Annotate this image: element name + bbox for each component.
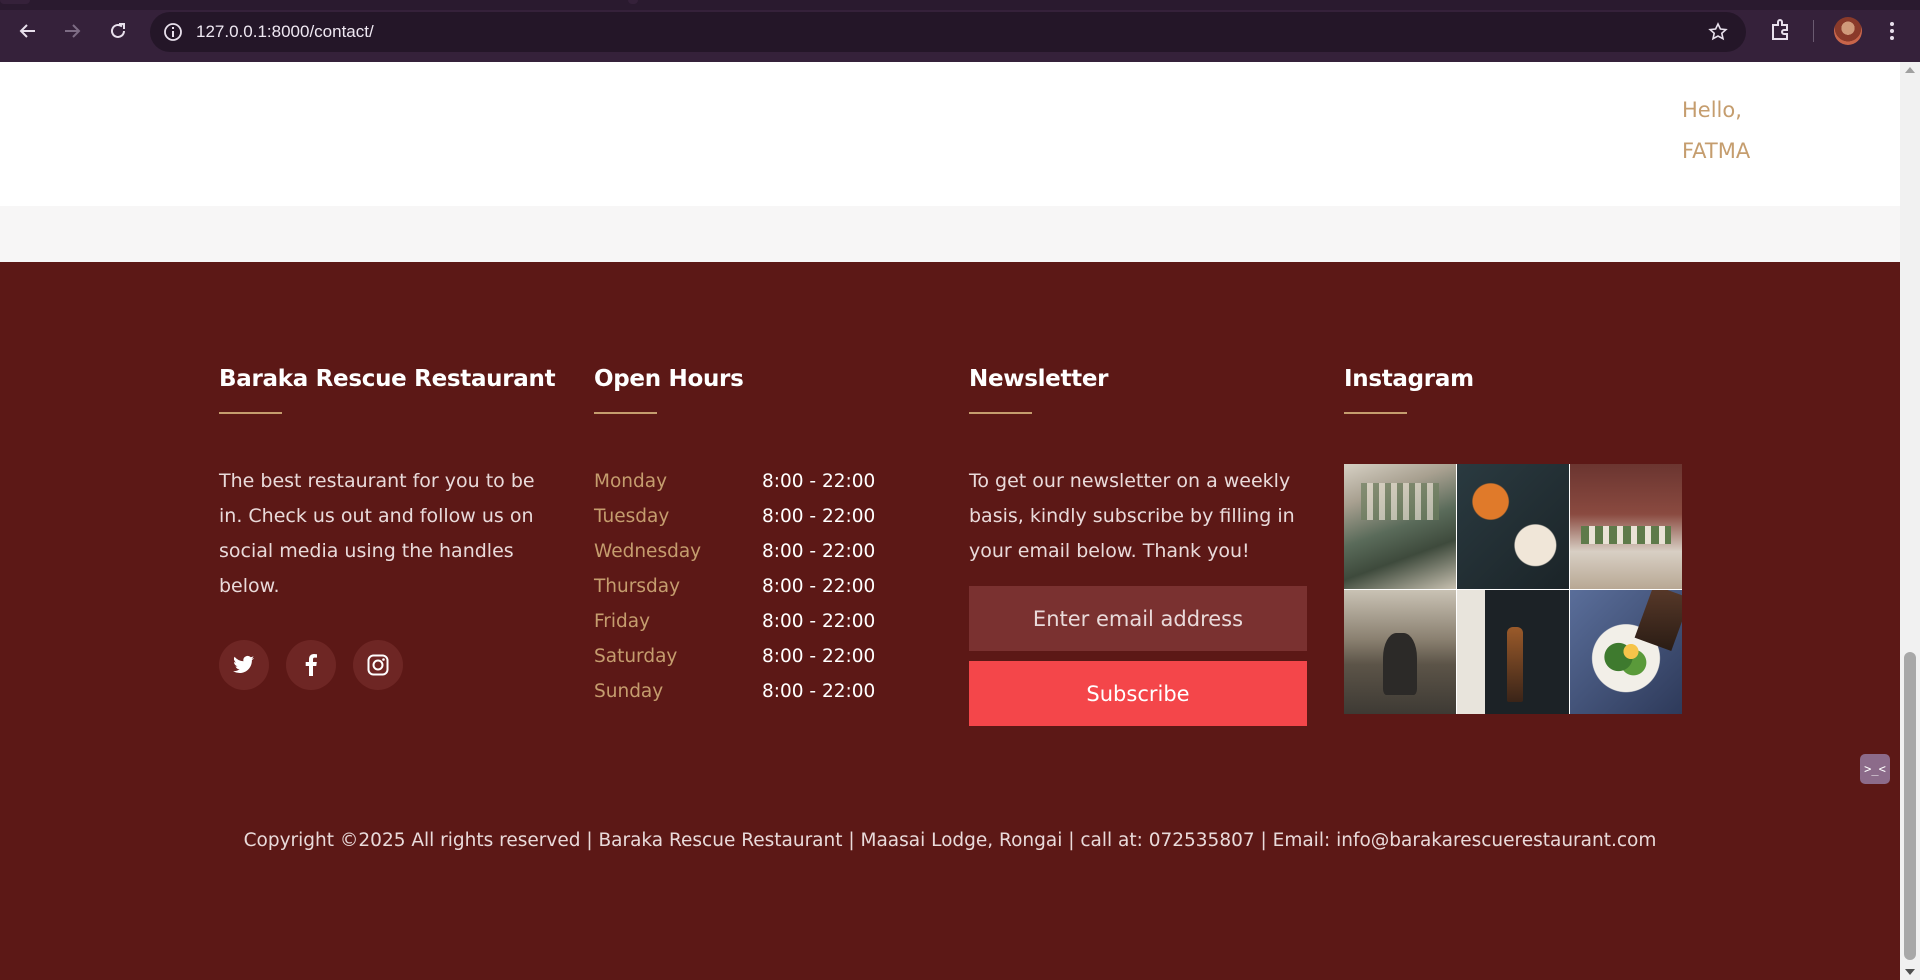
title-underline — [594, 412, 657, 414]
profile-avatar[interactable] — [1834, 17, 1862, 45]
scrollbar-thumb[interactable] — [1904, 652, 1916, 960]
footer-newsletter: Newsletter To get our newsletter on a we… — [969, 366, 1309, 726]
subscribe-button[interactable]: Subscribe — [969, 661, 1307, 726]
user-greeting[interactable]: Hello, FATMA — [1682, 90, 1802, 172]
scroll-down-arrow[interactable] — [1905, 969, 1915, 975]
copyright-text: Copyright ©2025 All rights reserved | Ba… — [243, 830, 1657, 851]
instagram-photo[interactable] — [1570, 464, 1682, 589]
greeting-hello: Hello, — [1682, 98, 1742, 122]
instagram-link[interactable] — [353, 640, 403, 690]
instagram-photo[interactable] — [1344, 589, 1456, 714]
bookmark-star-icon[interactable] — [1706, 20, 1730, 44]
about-title: Baraka Rescue Restaurant — [219, 366, 556, 392]
footer-hours: Open Hours Monday 8:00 - 22:00 Tuesday 8:0… — [594, 366, 875, 709]
about-text: The best restaurant for you to be in. Ch… — [219, 470, 535, 597]
email-field[interactable]: Enter email address — [969, 586, 1307, 651]
hours-row: Sunday 8:00 - 22:00 — [594, 674, 875, 709]
greeting-username: FATMA — [1682, 139, 1751, 163]
instagram-photo[interactable] — [1570, 589, 1682, 714]
hours-time: 8:00 - 22:00 — [762, 471, 876, 492]
address-bar[interactable]: 127.0.0.1:8000/contact/ — [150, 12, 1746, 52]
hours-day: Tuesday — [594, 506, 670, 527]
content-bottom-band — [0, 206, 1900, 262]
reload-button[interactable] — [103, 16, 133, 46]
instagram-icon — [367, 654, 389, 676]
hours-row: Saturday 8:00 - 22:00 — [594, 639, 875, 674]
forward-icon — [65, 24, 81, 38]
tab-strip — [0, 0, 1920, 10]
newsletter-title: Newsletter — [969, 366, 1109, 392]
back-icon — [19, 24, 35, 38]
title-underline — [219, 412, 282, 414]
reload-icon — [111, 23, 125, 38]
page-scrollbar[interactable] — [1900, 62, 1920, 980]
hours-time: 8:00 - 22:00 — [762, 681, 876, 702]
hours-title: Open Hours — [594, 366, 744, 392]
facebook-link[interactable] — [286, 640, 336, 690]
hours-time: 8:00 - 22:00 — [762, 646, 876, 667]
hours-day: Sunday — [594, 681, 664, 702]
hours-day: Wednesday — [594, 541, 702, 562]
hours-time: 8:00 - 22:00 — [762, 576, 876, 597]
toolbar-separator — [1813, 20, 1814, 42]
hours-day: Thursday — [594, 576, 681, 597]
instagram-title: Instagram — [1344, 366, 1474, 392]
url-text[interactable]: 127.0.0.1:8000/contact/ — [196, 22, 374, 42]
instagram-photo[interactable] — [1457, 464, 1569, 589]
site-footer: Baraka Rescue Restaurant The best restau… — [0, 262, 1900, 980]
tab-edge — [628, 0, 638, 4]
instagram-photo[interactable] — [1344, 464, 1456, 589]
forward-button[interactable] — [57, 16, 87, 46]
twitter-link[interactable] — [219, 640, 269, 690]
hours-row: Thursday 8:00 - 22:00 — [594, 569, 875, 604]
hours-row: Monday 8:00 - 22:00 — [594, 464, 875, 499]
floating-widget-button[interactable]: >_< — [1860, 754, 1890, 784]
hours-day: Saturday — [594, 646, 678, 667]
hours-time: 8:00 - 22:00 — [762, 541, 876, 562]
hours-table: Monday 8:00 - 22:00 Tuesday 8:00 - 22:00 W… — [594, 464, 875, 709]
title-underline — [969, 412, 1032, 414]
hours-row: Friday 8:00 - 22:00 — [594, 604, 875, 639]
scroll-up-arrow[interactable] — [1905, 67, 1915, 73]
instagram-gallery — [1344, 464, 1682, 714]
title-underline — [1344, 412, 1407, 414]
footer-instagram: Instagram — [1344, 366, 1682, 714]
hours-row: Tuesday 8:00 - 22:00 — [594, 499, 875, 534]
back-button[interactable] — [13, 16, 43, 46]
instagram-photo[interactable] — [1457, 589, 1569, 714]
kebab-menu-icon[interactable] — [1880, 17, 1904, 45]
browser-toolbar: 127.0.0.1:8000/contact/ — [0, 0, 1920, 62]
email-placeholder: Enter email address — [1032, 606, 1244, 631]
social-links — [219, 640, 555, 690]
hours-row: Wednesday 8:00 - 22:00 — [594, 534, 875, 569]
hours-time: 8:00 - 22:00 — [762, 506, 876, 527]
page-viewport: Hello, FATMA Baraka Rescue Restaurant Th… — [0, 62, 1900, 980]
site-header: Hello, FATMA — [0, 62, 1900, 206]
hours-time: 8:00 - 22:00 — [762, 611, 876, 632]
hours-day: Monday — [594, 471, 668, 492]
facebook-icon — [305, 654, 317, 676]
site-info-icon[interactable] — [162, 21, 184, 43]
newsletter-text: To get our newsletter on a weekly basis,… — [969, 470, 1295, 562]
footer-about: Baraka Rescue Restaurant The best restau… — [219, 366, 556, 690]
twitter-icon — [233, 655, 255, 673]
extensions-icon[interactable] — [1768, 17, 1796, 45]
hours-day: Friday — [594, 611, 651, 632]
tab-edge — [0, 0, 30, 4]
